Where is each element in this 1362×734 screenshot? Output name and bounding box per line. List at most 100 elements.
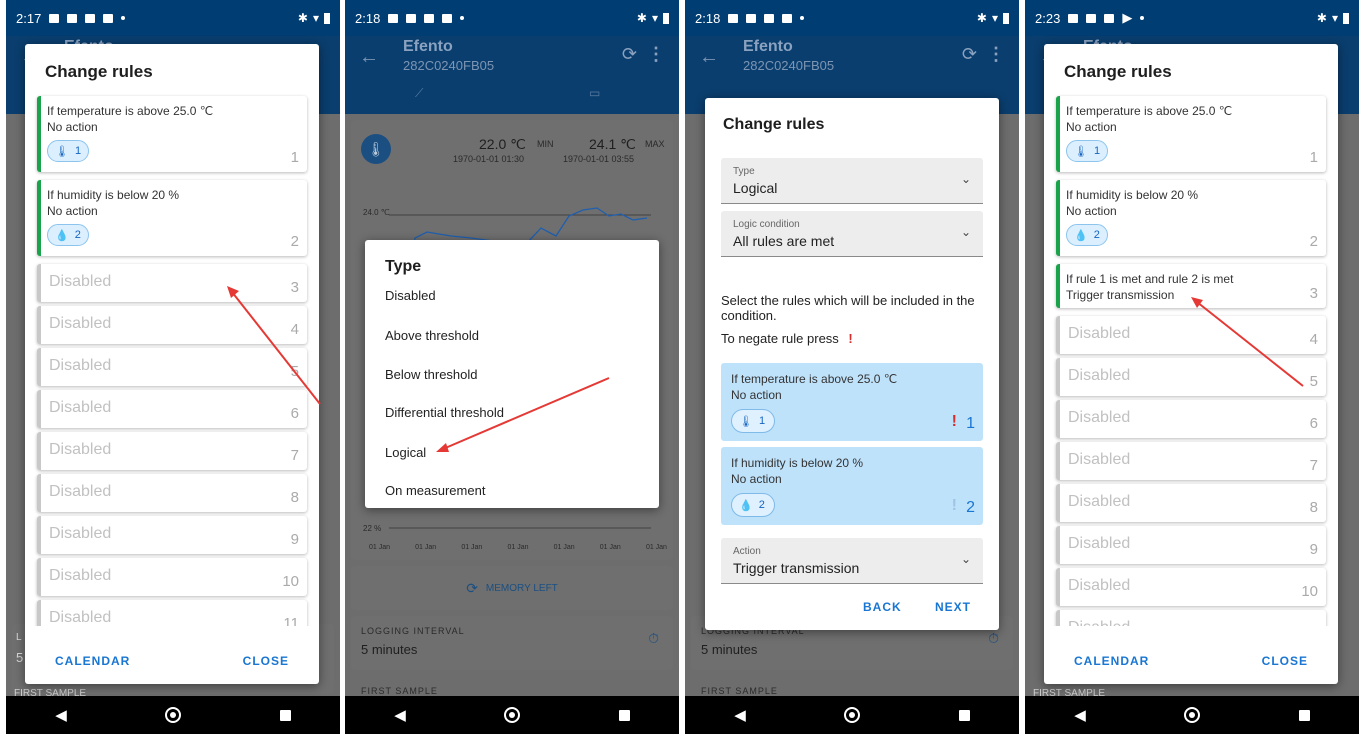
rule-disabled-9[interactable]: Disabled 9 [1056, 526, 1326, 564]
disabled-label: Disabled [1068, 325, 1131, 342]
nav-back-icon[interactable]: ◀ [394, 706, 406, 724]
chart-tab-icon[interactable]: ⟋ [415, 86, 423, 101]
rules-list[interactable]: If temperature is above 25.0 ℃ No action… [1044, 94, 1338, 626]
type-option-disabled[interactable]: Disabled [385, 288, 436, 303]
rule-disabled-4[interactable]: Disabled 4 [1056, 316, 1326, 354]
rule-number: 1 [290, 149, 299, 166]
rule-disabled-11[interactable]: Disabled 11 [37, 600, 307, 626]
nav-home-icon[interactable] [165, 707, 182, 723]
rule-disabled-9[interactable]: Disabled 9 [37, 516, 307, 554]
selectable-rule-2[interactable]: If humidity is below 20 % No action 💧 2 !… [721, 447, 983, 525]
rule-condition: If temperature is above 25.0 ℃ [47, 104, 214, 118]
type-option-logical[interactable]: Logical [385, 445, 426, 460]
field-value: Trigger transmission [733, 560, 860, 576]
rule-disabled-7[interactable]: Disabled 7 [37, 432, 307, 470]
memory-icon: ⟳ [466, 579, 478, 596]
timer-icon[interactable]: ⏱ [648, 630, 659, 647]
nav-back-icon[interactable]: ◀ [1074, 706, 1086, 724]
next-button[interactable]: NEXT [935, 600, 971, 614]
disabled-label: Disabled [49, 441, 112, 458]
rule-disabled-6[interactable]: Disabled 6 [1056, 400, 1326, 438]
rule-disabled-10[interactable]: Disabled 10 [37, 558, 307, 596]
rule-disabled-6[interactable]: Disabled 6 [37, 390, 307, 428]
rule-disabled-5[interactable]: Disabled 5 [37, 348, 307, 386]
nav-home-icon[interactable] [504, 707, 521, 723]
type-option-differential-threshold[interactable]: Differential threshold [385, 405, 504, 420]
more-icon[interactable]: ⋮ [987, 44, 1005, 65]
rule-card-1[interactable]: If temperature is above 25.0 ℃ No action… [1056, 96, 1326, 172]
sync-icon[interactable]: ⟳ [622, 44, 637, 65]
rule-number: 1 [966, 415, 975, 432]
rule-card-3[interactable]: If rule 1 is met and rule 2 is met Trigg… [1056, 264, 1326, 308]
sync-icon[interactable]: ⟳ [962, 44, 977, 65]
back-button[interactable]: BACK [863, 600, 902, 614]
disabled-label: Disabled [1068, 619, 1130, 626]
disabled-label: Disabled [49, 357, 112, 374]
selectable-rule-1[interactable]: If temperature is above 25.0 ℃ No action… [721, 363, 983, 441]
wifi-icon: ▾ [1331, 11, 1338, 25]
rule-card-2[interactable]: If humidity is below 20 % No action 💧 2 2 [1056, 180, 1326, 256]
negate-toggle[interactable]: ! [952, 413, 957, 431]
close-button[interactable]: CLOSE [1262, 654, 1308, 668]
rule-number: 1 [1309, 149, 1318, 166]
system-nav-bar: ◀ [1025, 696, 1359, 734]
wifi-icon: ▾ [991, 11, 998, 25]
nav-home-icon[interactable] [1184, 707, 1201, 723]
calendar-button[interactable]: CALENDAR [55, 654, 130, 668]
rule-card-1[interactable]: If temperature is above 25.0 ℃ No action… [37, 96, 307, 172]
rule-disabled-10[interactable]: Disabled 10 [1056, 568, 1326, 606]
nav-recents-icon[interactable] [279, 709, 291, 721]
negate-icon: ! [848, 331, 853, 346]
logic-condition-select[interactable]: Logic condition All rules are met ⌄ [721, 211, 983, 257]
first-sample-label: FIRST SAMPLE [361, 686, 438, 696]
dialog-title: Change rules [45, 62, 153, 81]
notification-icon [1068, 13, 1079, 23]
type-option-on-measurement[interactable]: On measurement [385, 483, 485, 498]
negate-toggle[interactable]: ! [952, 497, 957, 515]
action-select[interactable]: Action Trigger transmission ⌄ [721, 538, 983, 584]
nav-recents-icon[interactable] [618, 709, 630, 721]
rules-list[interactable]: If temperature is above 25.0 ℃ No action… [25, 94, 319, 626]
memory-left-button[interactable]: ⟳ MEMORY LEFT [351, 566, 673, 610]
mail-icon [424, 13, 435, 23]
back-arrow-icon[interactable]: ← [359, 46, 379, 69]
timer-icon[interactable]: ⏱ [988, 630, 999, 647]
nav-back-icon[interactable]: ◀ [55, 706, 67, 724]
rule-condition: If humidity is below 20 % [47, 188, 180, 202]
memory-left-label: MEMORY LEFT [485, 582, 558, 594]
rule-disabled-11[interactable]: Disabled 11 [1056, 610, 1326, 626]
chip-number: 2 [74, 229, 81, 241]
rule-disabled-7[interactable]: Disabled 7 [1056, 442, 1326, 480]
battery-icon [1343, 12, 1349, 24]
calendar-button[interactable]: CALENDAR [1074, 654, 1149, 668]
type-option-above-threshold[interactable]: Above threshold [385, 328, 479, 343]
disabled-label: Disabled [1068, 409, 1131, 426]
nav-back-icon[interactable]: ◀ [734, 706, 746, 724]
type-option-below-threshold[interactable]: Below threshold [385, 367, 478, 382]
thermometer-icon: 🌡 [1074, 145, 1088, 158]
back-arrow-icon[interactable]: ← [699, 46, 719, 69]
rule-disabled-5[interactable]: Disabled 5 [1056, 358, 1326, 396]
nav-home-icon[interactable] [844, 707, 861, 723]
rule-number: 5 [290, 363, 299, 380]
more-icon[interactable]: ⋮ [647, 44, 665, 65]
graph-tab-icon[interactable]: ▭ [589, 86, 600, 100]
rule-number: 4 [290, 321, 299, 338]
rule-card-2[interactable]: If humidity is below 20 % No action 💧 2 2 [37, 180, 307, 256]
nav-recents-icon[interactable] [958, 709, 970, 721]
rule-number: 3 [1309, 285, 1318, 302]
rule-disabled-3[interactable]: Disabled 3 [37, 264, 307, 302]
rule-disabled-8[interactable]: Disabled 8 [37, 474, 307, 512]
dialog-title: Type [385, 258, 422, 275]
type-dialog: Type Disabled Above threshold Below thre… [365, 240, 659, 508]
nav-recents-icon[interactable] [1298, 709, 1310, 721]
notification-icon [746, 13, 757, 23]
close-button[interactable]: CLOSE [243, 654, 289, 668]
type-select[interactable]: Type Logical ⌄ [721, 158, 983, 204]
disabled-label: Disabled [1068, 577, 1131, 594]
rule-disabled-8[interactable]: Disabled 8 [1056, 484, 1326, 522]
rule-disabled-4[interactable]: Disabled 4 [37, 306, 307, 344]
rule-chip: 🌡 1 [1066, 140, 1108, 162]
mail-icon [85, 13, 96, 23]
rule-action: Trigger transmission [1066, 288, 1175, 302]
